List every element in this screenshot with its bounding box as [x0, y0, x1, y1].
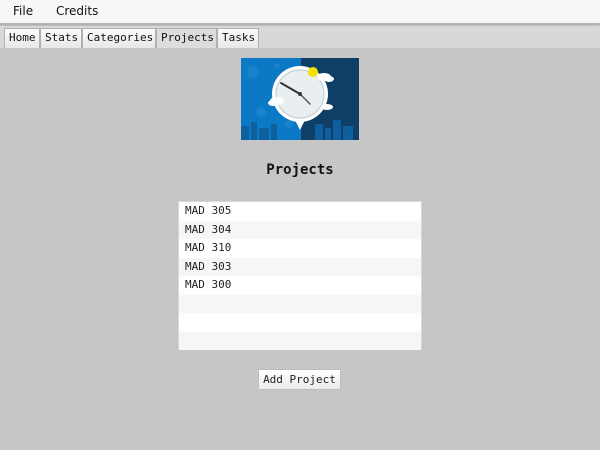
- empty-row: [179, 331, 421, 350]
- project-item[interactable]: MAD 303: [179, 257, 421, 276]
- project-item[interactable]: MAD 310: [179, 239, 421, 258]
- empty-row: [179, 294, 421, 313]
- tab-projects[interactable]: Projects: [156, 28, 217, 48]
- clock-illustration: [241, 58, 359, 140]
- projects-list[interactable]: MAD 305 MAD 304 MAD 310 MAD 303 MAD 300: [178, 201, 422, 350]
- add-project-button[interactable]: Add Project: [258, 369, 341, 390]
- project-item[interactable]: MAD 300: [179, 276, 421, 295]
- file-menu[interactable]: File: [13, 4, 33, 18]
- empty-row: [179, 313, 421, 332]
- tab-home[interactable]: Home: [4, 28, 40, 48]
- menu-bar: File Credits: [0, 0, 600, 24]
- tab-bar: Home Stats Categories Projects Tasks: [0, 26, 600, 48]
- credits-menu[interactable]: Credits: [56, 4, 98, 18]
- page-title: Projects: [266, 162, 334, 178]
- tab-stats[interactable]: Stats: [40, 28, 82, 48]
- project-item[interactable]: MAD 304: [179, 220, 421, 239]
- hero-banner: [241, 58, 359, 140]
- tab-tasks[interactable]: Tasks: [217, 28, 259, 48]
- tab-categories[interactable]: Categories: [82, 28, 156, 48]
- project-item[interactable]: MAD 305: [179, 202, 421, 221]
